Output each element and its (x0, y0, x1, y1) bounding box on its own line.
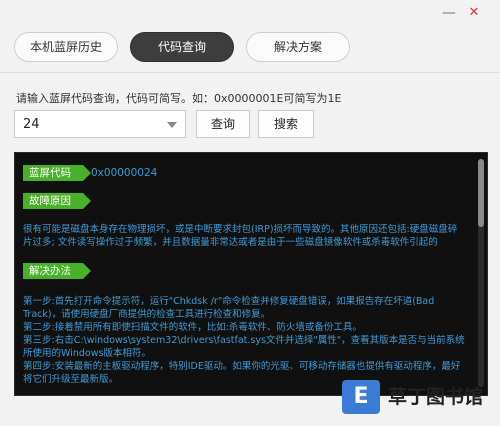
solution-text-line: 第三步:右击C:\windows\system32\drivers\fastfa… (23, 335, 465, 346)
search-button[interactable]: 搜索 (258, 110, 314, 138)
code-value: 0x00000024 (91, 167, 158, 179)
result-scrollbar[interactable] (478, 159, 484, 387)
scrollbar-thumb[interactable] (478, 159, 484, 227)
result-panel: 蓝屏代码 0x00000024 故障原因 很有可能是磁盘本身存在物理损坏，或是中… (14, 152, 488, 396)
cause-label-badge: 故障原因 (23, 193, 91, 209)
solution-text-line: Track)，请使用硬盘厂商提供的检查工具进行检查和修复。 (23, 309, 271, 320)
watermark-logo: E (342, 380, 380, 414)
solution-text-line: 第二步:接着禁用所有即使扫描文件的软件，比如:杀毒软件、防火墙或备份工具。 (23, 322, 362, 333)
query-button[interactable]: 查询 (196, 110, 250, 138)
solution-text-line: 第四步:安装最新的主板驱动程序，特别IDE驱动。如果你的光驱、可移动存储器也提供… (23, 361, 461, 372)
solution-text-line: 第一步:首先打开命令提示符，运行"Chkdsk /r"命令检查并修复硬盘错误，如… (23, 296, 435, 307)
chevron-down-icon[interactable] (167, 122, 177, 128)
watermark: E 草丁图书馆 (342, 378, 492, 418)
tab-local-history[interactable]: 本机蓝屏历史 (14, 32, 118, 62)
app-window: — ✕ 本机蓝屏历史 代码查询 解决方案 请输入蓝屏代码查询，代码可简写。如：0… (0, 0, 500, 426)
divider (0, 72, 500, 73)
code-select[interactable]: 24 (14, 110, 186, 138)
title-bar: — ✕ (0, 0, 500, 28)
cause-text-line: 很有可能是磁盘本身存在物理损坏，或是中断要求封包(IRP)损坏而导致的。其他原因… (23, 224, 458, 235)
code-label-badge: 蓝屏代码 (23, 165, 91, 181)
tab-solution[interactable]: 解决方案 (246, 32, 350, 62)
minimize-icon[interactable]: — (440, 4, 458, 22)
code-select-value: 24 (23, 117, 40, 132)
solution-text-line: 所使用的Windows版本相符。 (23, 348, 151, 359)
watermark-text: 草丁图书馆 (388, 386, 484, 408)
solution-label-badge: 解决办法 (23, 263, 91, 279)
cause-text-line: 片过多; 文件读写操作过于频繁，并且数据量非常达或者是由于一些磁盘镜像软件或杀毒… (23, 237, 438, 248)
query-hint: 请输入蓝屏代码查询，代码可简写。如：0x0000001E可简写为1E (16, 92, 342, 105)
result-content: 蓝屏代码 0x00000024 故障原因 很有可能是磁盘本身存在物理损坏，或是中… (15, 153, 477, 395)
tab-code-query[interactable]: 代码查询 (130, 32, 234, 62)
close-icon[interactable]: ✕ (465, 4, 483, 22)
